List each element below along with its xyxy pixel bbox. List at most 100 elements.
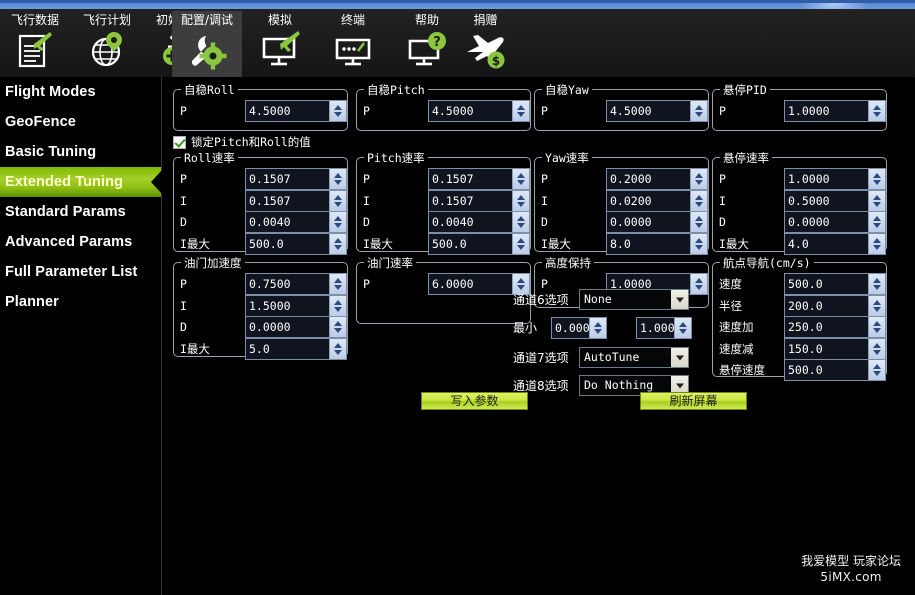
toolbar-tab-5[interactable]: 终端 [318,11,388,77]
sidebar-item-basic-tuning[interactable]: Basic Tuning [0,137,161,167]
toolbar-tab-1[interactable]: 飞行计划 [72,11,142,77]
chevron-down-icon[interactable] [671,290,688,309]
param-value[interactable]: 0.2000 [607,169,690,189]
spinner-down-icon[interactable] [873,306,881,312]
spinner-up-icon[interactable] [334,173,342,178]
spinner-up-icon[interactable] [517,105,525,110]
param-value[interactable]: 4.5000 [607,101,690,121]
spinner-down-icon[interactable] [873,328,881,333]
spinner-up-icon[interactable] [517,173,525,178]
spinner-buttons[interactable] [329,169,346,189]
lock-pitch-roll-checkbox-row[interactable]: 锁定Pitch和Roll的值 [173,133,311,151]
toolbar-tab-7[interactable]: 捐赠 $ [448,11,523,77]
channel6-min-spinner[interactable]: 0.000 [551,317,607,339]
channel6-max-value[interactable]: 1.000 [637,318,674,338]
param-spinner[interactable]: 1.0000 [784,168,886,190]
chevron-down-icon[interactable] [671,348,688,367]
param-spinner[interactable]: 0.1507 [428,189,530,212]
spinner-up-icon[interactable] [334,278,342,283]
spinner-down-icon[interactable] [334,112,342,117]
refresh-screen-button[interactable]: 刷新屏幕 [640,392,747,410]
param-spinner[interactable]: 1.0000 [784,100,886,122]
param-spinner[interactable]: 500.0 [428,232,530,255]
spinner-buttons[interactable] [868,233,885,254]
spinner-down-icon[interactable] [873,201,881,207]
param-value[interactable]: 0.0040 [429,212,512,232]
sidebar-item-planner[interactable]: Planner [0,287,161,317]
spinner-up-icon[interactable] [334,342,342,348]
spinner-down-icon[interactable] [334,201,342,207]
spinner-down-icon[interactable] [873,371,881,376]
spinner-buttons[interactable] [329,338,346,359]
channel-option-select[interactable]: AutoTune [579,347,689,368]
spinner-down-icon[interactable] [334,223,342,228]
param-value[interactable]: 150.0 [785,339,868,359]
spinner-up-icon[interactable] [873,299,881,305]
spinner-up-icon[interactable] [873,237,881,243]
sidebar-item-advanced-params[interactable]: Advanced Params [0,227,161,257]
param-spinner[interactable]: 0.0040 [428,211,530,233]
sidebar-item-extended-tuning[interactable]: Extended Tuning [0,167,162,197]
param-spinner[interactable]: 200.0 [784,294,886,317]
spinner-buttons[interactable] [512,212,529,232]
spinner-buttons[interactable] [690,169,707,189]
spinner-buttons[interactable] [329,295,346,316]
param-value[interactable]: 5.0 [246,339,329,359]
spinner-up-icon[interactable] [695,237,703,243]
spinner-buttons[interactable] [329,101,346,121]
param-spinner[interactable]: 500.0 [784,359,886,381]
param-value[interactable]: 0.0000 [607,212,690,232]
param-value[interactable]: 1.0000 [785,169,868,189]
spinner-down-icon[interactable] [334,349,342,355]
channel6-max-spinner[interactable]: 1.000 [636,317,692,339]
spinner-down-icon[interactable] [334,328,342,333]
spinner-down-icon[interactable] [517,201,525,207]
spinner-down-icon[interactable] [873,180,881,185]
spinner-down-icon[interactable] [695,180,703,185]
spinner-buttons[interactable] [329,212,346,232]
spinner-down-icon[interactable] [517,244,525,250]
spinner-buttons[interactable] [868,169,885,189]
spinner-buttons[interactable] [868,317,885,337]
param-value[interactable]: 500.0 [785,274,868,294]
spinner-down-icon[interactable] [695,223,703,228]
param-spinner[interactable]: 500.0 [245,232,347,255]
param-value[interactable]: 500.0 [785,360,868,380]
spinner-down-icon[interactable] [873,285,881,290]
sidebar-item-flight-modes[interactable]: Flight Modes [0,77,161,107]
spinner-buttons[interactable] [690,212,707,232]
toolbar-tab-0[interactable]: 飞行数据 [0,11,70,77]
spinner-down-icon[interactable] [695,244,703,250]
spinner-up-icon[interactable] [334,216,342,221]
param-value[interactable]: 0.1507 [429,191,512,211]
param-value[interactable]: 500.0 [429,234,512,254]
spinner-buttons[interactable] [868,101,885,121]
spinner-up-icon[interactable] [873,278,881,283]
spinner-down-icon[interactable] [334,180,342,185]
sidebar-item-full-parameter-list[interactable]: Full Parameter List [0,257,161,287]
param-spinner[interactable]: 0.1507 [245,189,347,212]
spinner-up-icon[interactable] [873,342,881,348]
spinner-up-icon[interactable] [873,105,881,110]
spinner-buttons[interactable] [868,274,885,294]
spinner-up-icon[interactable] [517,194,525,200]
spinner-buttons[interactable] [512,190,529,211]
param-spinner[interactable]: 0.0040 [245,211,347,233]
param-value[interactable]: 250.0 [785,317,868,337]
spinner-up-icon[interactable] [695,173,703,178]
spinner-up-icon[interactable] [334,105,342,110]
param-spinner[interactable]: 0.0200 [606,189,708,212]
spinner-buttons[interactable] [329,274,346,294]
param-spinner[interactable]: 8.0 [606,232,708,255]
spinner-buttons[interactable] [329,233,346,254]
spinner-buttons[interactable] [868,212,885,232]
param-value[interactable]: 0.0200 [607,191,690,211]
spinner-up-icon[interactable] [873,194,881,200]
spinner-up-icon[interactable] [695,278,703,283]
spinner-up-icon[interactable] [679,322,687,327]
param-value[interactable]: 4.5000 [429,101,512,121]
spinner-buttons[interactable] [512,233,529,254]
spinner-up-icon[interactable] [594,322,602,327]
param-value[interactable]: 0.1507 [246,191,329,211]
spinner-buttons[interactable] [512,101,529,121]
